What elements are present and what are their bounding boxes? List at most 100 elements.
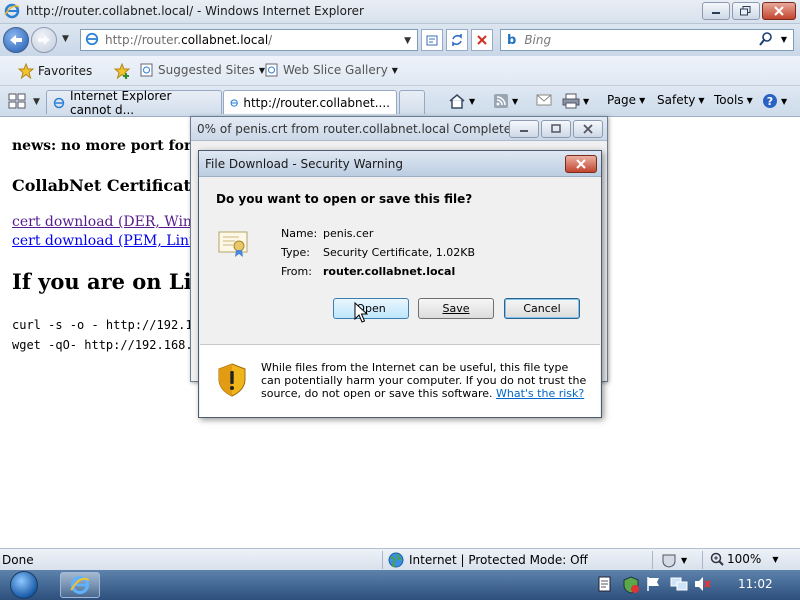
help-icon: ? xyxy=(763,94,777,108)
open-save-question: Do you want to open or save this file? xyxy=(216,192,473,206)
certificates-heading: CollabNet Certificates xyxy=(12,176,211,195)
minimize-button[interactable] xyxy=(702,2,730,20)
search-icon[interactable] xyxy=(759,32,773,50)
svg-text:?: ? xyxy=(767,95,773,108)
whats-the-risk-link[interactable]: What's the risk? xyxy=(496,387,584,400)
chevron-down-icon: ▼ xyxy=(391,65,398,75)
tab-label: Internet Explorer cannot d... xyxy=(69,88,172,117)
protected-mode-button[interactable]: ▼ xyxy=(660,552,687,568)
add-favorite-icon xyxy=(114,63,131,79)
tab-ie-cannot-display[interactable]: Internet Explorer cannot d... xyxy=(46,88,222,117)
chevron-down-icon: ▼ xyxy=(512,96,519,106)
shield-warning-icon xyxy=(217,363,247,400)
feeds-button[interactable]: ▼ xyxy=(493,93,518,109)
open-button[interactable]: Open xyxy=(333,298,409,319)
progress-maximize-button[interactable] xyxy=(541,120,571,138)
tab-list-dropdown-icon[interactable]: ▼ xyxy=(33,97,40,107)
globe-icon xyxy=(388,552,404,568)
favorites-bar: Favorites Suggested Sites ▼ Web Slice Ga… xyxy=(0,56,800,86)
forward-button[interactable] xyxy=(31,27,57,53)
save-button[interactable]: Save xyxy=(418,298,494,319)
favorites-button[interactable]: Favorites xyxy=(18,63,92,79)
new-tab-button[interactable] xyxy=(399,90,425,114)
web-slice-gallery-link[interactable]: Web Slice Gallery ▼ xyxy=(265,63,398,77)
maximize-icon xyxy=(551,124,561,133)
compat-view-button[interactable] xyxy=(421,29,443,51)
chevron-down-icon: ▼ xyxy=(772,554,779,564)
add-to-favorites-bar-button[interactable] xyxy=(114,63,132,79)
security-dialog-title: File Download - Security Warning xyxy=(205,157,403,171)
search-input[interactable]: b Bing ▼ xyxy=(500,29,794,51)
progress-minimize-button[interactable] xyxy=(509,120,539,138)
zoom-button[interactable]: 100% ▼ xyxy=(710,552,778,566)
home-button[interactable]: ▼ xyxy=(448,93,475,109)
suggested-sites-link[interactable]: Suggested Sites ▼ xyxy=(140,63,265,77)
minimize-icon xyxy=(520,130,528,132)
certificate-icon xyxy=(217,227,249,262)
progress-title: 0% of penis.crt from router.collabnet.lo… xyxy=(197,122,519,136)
help-button[interactable]: ? ▼ xyxy=(762,93,787,109)
back-button[interactable] xyxy=(3,27,29,53)
web-page-icon xyxy=(140,63,153,77)
start-orb-icon xyxy=(10,571,38,599)
web-page-icon xyxy=(265,63,278,77)
tray-security-icon[interactable] xyxy=(622,576,640,597)
file-type-value: Security Certificate, 1.02KB xyxy=(323,246,476,259)
stop-icon xyxy=(477,35,487,45)
progress-close-button[interactable] xyxy=(573,120,603,138)
chevron-down-icon: ▼ xyxy=(469,96,476,106)
search-dropdown-icon[interactable]: ▼ xyxy=(781,35,787,44)
file-source-value: router.collabnet.local xyxy=(323,265,456,278)
favorites-star-icon xyxy=(18,63,34,79)
status-separator xyxy=(382,551,383,569)
address-dropdown-icon[interactable]: ▼ xyxy=(404,36,411,46)
close-icon xyxy=(576,159,586,169)
tools-menu[interactable]: Tools ▼ xyxy=(714,93,753,107)
page-ie-icon xyxy=(85,32,99,49)
protected-mode-icon xyxy=(662,554,676,568)
stop-button[interactable] xyxy=(471,29,493,51)
print-button[interactable]: ▼ xyxy=(562,93,589,109)
ie-tab-icon xyxy=(230,98,238,107)
print-icon xyxy=(562,93,580,109)
address-toolbar: ▼ http://router.collabnet.local/ ▼ b Bin… xyxy=(0,24,800,56)
start-button[interactable] xyxy=(4,570,44,600)
tray-network-icon[interactable] xyxy=(670,576,688,595)
address-input[interactable]: http://router.collabnet.local/ ▼ xyxy=(80,29,418,51)
restore-button[interactable] xyxy=(732,2,760,20)
read-mail-button[interactable] xyxy=(536,93,552,107)
web-slice-gallery-label: Web Slice Gallery xyxy=(283,63,388,77)
refresh-button[interactable] xyxy=(446,29,468,51)
window-titlebar: http://router.collabnet.local/ - Windows… xyxy=(0,0,800,24)
tray-volume-icon[interactable] xyxy=(694,576,712,595)
status-bar: Done Internet | Protected Mode: Off ▼ 10… xyxy=(0,548,800,570)
file-download-security-dialog: File Download - Security Warning Do you … xyxy=(198,150,602,418)
history-dropdown-icon[interactable]: ▼ xyxy=(62,34,69,44)
quick-tabs-button[interactable] xyxy=(8,93,26,109)
tab-router-collabnet[interactable]: http://router.collabnet.... xyxy=(223,90,397,114)
tray-document-icon[interactable] xyxy=(598,576,612,595)
security-zone[interactable]: Internet | Protected Mode: Off xyxy=(388,552,588,568)
safety-menu[interactable]: Safety ▼ xyxy=(657,93,705,107)
compat-view-icon xyxy=(426,35,438,46)
taskbar-clock[interactable]: 11:02 xyxy=(738,577,773,591)
page-menu-label: Page xyxy=(607,93,637,107)
close-icon xyxy=(583,124,593,134)
close-window-button[interactable] xyxy=(762,2,796,20)
cancel-button[interactable]: Cancel xyxy=(504,298,580,319)
chevron-down-icon: ▼ xyxy=(746,95,753,105)
tray-flag-icon[interactable] xyxy=(646,576,662,595)
security-dialog-close-button[interactable] xyxy=(565,155,597,173)
bing-icon: b xyxy=(507,32,517,48)
zoom-icon xyxy=(710,552,724,566)
chevron-down-icon: ▼ xyxy=(583,96,590,106)
cert-download-pem-link[interactable]: cert download (PEM, Linux) xyxy=(12,233,211,249)
tab-bar: ▼ Internet Explorer cannot d... http://r… xyxy=(0,86,800,117)
taskbar-ie-button[interactable] xyxy=(60,572,100,598)
favorites-label: Favorites xyxy=(38,64,93,78)
file-name-value: penis.cer xyxy=(323,227,374,240)
cancel-button-label: Cancel xyxy=(523,302,561,315)
quick-tabs-icon xyxy=(8,93,26,109)
page-menu[interactable]: Page ▼ xyxy=(607,93,645,107)
ie-logo-icon xyxy=(4,3,20,22)
